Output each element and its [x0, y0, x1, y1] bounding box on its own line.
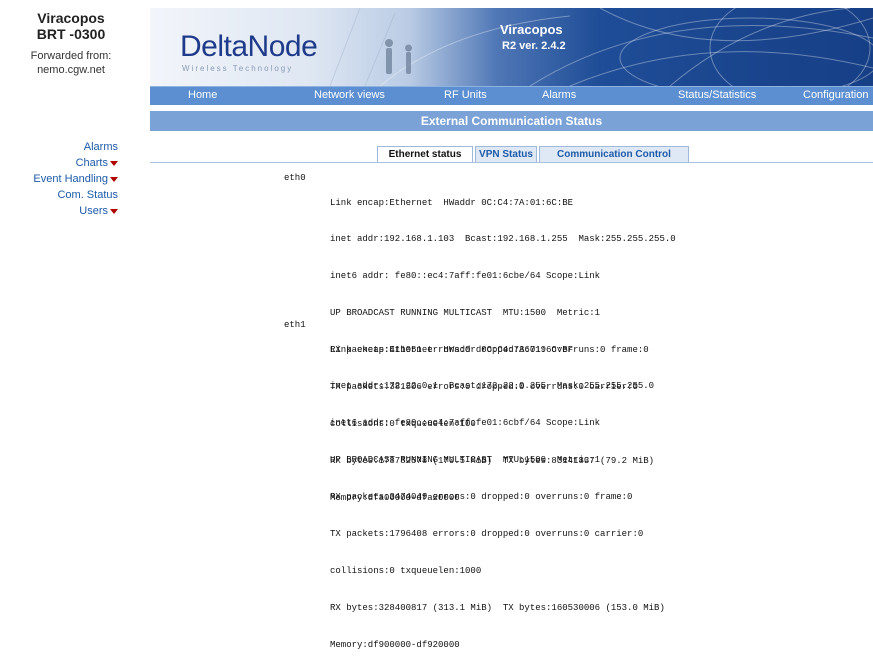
detail-line: inet addr:172.22.0.1 Bcast:172.22.0.255 … [330, 381, 655, 392]
device-name: Viracopos [37, 10, 105, 26]
sidebar-item-event-handling[interactable]: Event Handling [0, 174, 118, 190]
site-name: Viracopos [500, 22, 563, 37]
sidebar-item-label: Alarms [83, 141, 118, 153]
nav-network-views[interactable]: Network views [314, 89, 385, 101]
dropdown-arrow-icon [110, 160, 118, 166]
interface-name-eth1: eth1 [284, 320, 306, 330]
sidebar-item-users[interactable]: Users [0, 206, 118, 222]
tab-ethernet-status[interactable]: Ethernet status [377, 146, 473, 163]
detail-line: inet6 addr: fe80::ec4:7aff:fe01:6cbe/64 … [330, 271, 601, 282]
detail-line: Link encap:Ethernet HWaddr 0C:C4:7A:01:6… [330, 197, 574, 208]
detail-line: inet addr:192.168.1.103 Bcast:192.168.1.… [330, 234, 676, 245]
header-banner: DeltaNode Wireless Technology Viracopos … [150, 8, 873, 86]
tab-divider [150, 162, 873, 163]
interface-name-eth0: eth0 [284, 173, 306, 183]
detail-line: Memory:df900000-df920000 [330, 639, 460, 650]
sidebar-item-label: Com. Status [57, 189, 118, 201]
nav-status-statistics[interactable]: Status/Statistics [678, 89, 756, 101]
dropdown-arrow-icon [110, 176, 118, 182]
top-navigation: Home Network views RF Units Alarms Statu… [150, 86, 873, 105]
detail-line: UP BROADCAST RUNNING MULTICAST MTU:1500 … [330, 455, 601, 466]
detail-line: RX bytes:328400817 (313.1 MiB) TX bytes:… [330, 602, 665, 613]
sidebar-item-com-status[interactable]: Com. Status [0, 190, 118, 206]
nav-home[interactable]: Home [188, 89, 217, 101]
forwarded-label: Forwarded from: [30, 50, 112, 62]
interface-details-eth1: Link encap:Ethernet HWaddr 0C:C4:7A:01:6… [330, 319, 665, 663]
sidebar: Viracopos BRT -0300 Forwarded from: nemo… [0, 0, 148, 448]
nav-alarms[interactable]: Alarms [542, 89, 576, 101]
firmware-version: R2 ver. 2.4.2 [502, 40, 566, 52]
sidebar-item-label: Charts [75, 157, 108, 169]
detail-line: UP BROADCAST RUNNING MULTICAST MTU:1500 … [330, 308, 601, 319]
detail-line: TX packets:1796408 errors:0 dropped:0 ov… [330, 529, 644, 540]
people-silhouettes-icon [385, 39, 412, 74]
nav-rf-units[interactable]: RF Units [444, 89, 487, 101]
brand-logo: DeltaNode [180, 30, 318, 63]
sidebar-item-alarms[interactable]: Alarms [0, 142, 118, 158]
tab-vpn-status[interactable]: VPN Status [475, 146, 537, 163]
sidebar-item-label: Event Handling [33, 173, 108, 185]
side-menu: Alarms Charts Event Handling Com. Status… [0, 142, 118, 222]
detail-line: collisions:0 txqueuelen:1000 [330, 565, 482, 576]
brand-tagline: Wireless Technology [182, 64, 294, 73]
tab-communication-control[interactable]: Communication Control [539, 146, 689, 163]
dropdown-arrow-icon [110, 208, 118, 214]
detail-line: RX packets:3474049 errors:0 dropped:0 ov… [330, 492, 633, 503]
sidebar-item-charts[interactable]: Charts [0, 158, 118, 174]
detail-line: inet6 addr: fe80::ec4:7aff:fe01:6cbf/64 … [330, 418, 601, 429]
nav-configuration[interactable]: Configuration [803, 89, 868, 101]
sidebar-item-label: Users [79, 205, 108, 217]
detail-line: Link encap:Ethernet HWaddr 0C:C4:7A:01:6… [330, 344, 574, 355]
device-model: BRT -0300 [36, 26, 106, 42]
page-title: External Communication Status [150, 111, 873, 131]
forwarded-host: nemo.cgw.net [37, 64, 105, 76]
